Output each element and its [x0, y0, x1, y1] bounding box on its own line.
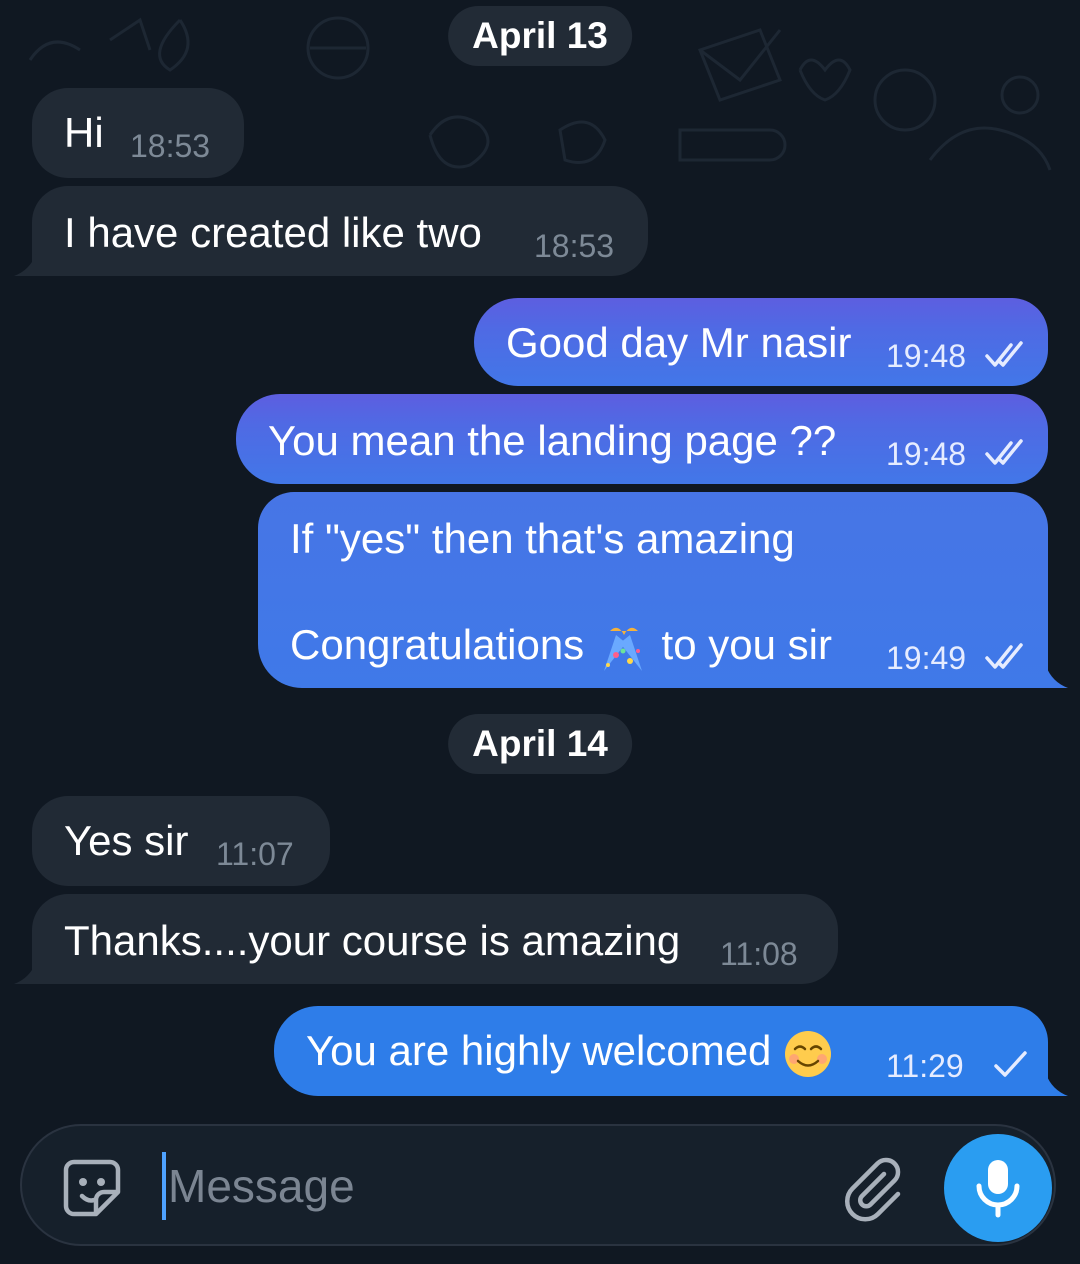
message-text: Good day Mr nasir: [506, 319, 852, 366]
message-composer: Message: [20, 1124, 1056, 1246]
message-incoming[interactable]: Yes sir 11:07: [32, 796, 330, 886]
message-incoming[interactable]: Thanks....your course is amazing 11:08: [32, 894, 838, 984]
message-time: 19:49: [886, 640, 967, 676]
message-time: 18:53: [130, 128, 211, 164]
message-text: You are highly welcomed: [306, 1026, 833, 1079]
message-text: I have created like two: [64, 209, 482, 256]
message-time: 19:48: [886, 338, 967, 374]
message-text: Thanks....your course is amazing: [64, 917, 681, 964]
message-time: 11:29: [886, 1048, 964, 1084]
double-check-icon: [985, 643, 1023, 669]
microphone-icon: [976, 1160, 1020, 1218]
message-text-line2: Congratulations to you sir: [290, 620, 832, 675]
message-text-line1: If "yes" then that's amazing: [290, 515, 795, 562]
message-time: 18:53: [534, 228, 615, 264]
double-check-icon: [985, 439, 1023, 465]
paperclip-icon[interactable]: [840, 1152, 910, 1222]
message-outgoing[interactable]: You mean the landing page ?? 19:48: [236, 394, 1048, 484]
date-separator: April 13: [448, 6, 632, 66]
message-text: You mean the landing page ??: [268, 417, 837, 464]
message-time: 11:07: [216, 836, 294, 872]
voice-record-button[interactable]: [944, 1134, 1052, 1242]
smiling-face-icon: [785, 1030, 832, 1077]
party-popper-icon: [603, 627, 642, 671]
bubble-tail: [14, 962, 36, 984]
message-outgoing[interactable]: You are highly welcomed 11:29: [274, 1006, 1048, 1096]
message-outgoing[interactable]: If "yes" then that's amazing Congratulat…: [258, 492, 1048, 688]
message-text: Hi: [64, 109, 104, 156]
message-incoming[interactable]: I have created like two 18:53: [32, 186, 648, 276]
message-time: 19:48: [886, 436, 967, 472]
message-outgoing[interactable]: Good day Mr nasir 19:48: [474, 298, 1048, 386]
date-separator: April 14: [448, 714, 632, 774]
message-input[interactable]: Message: [168, 1158, 355, 1214]
bubble-tail: [14, 254, 36, 276]
sticker-icon[interactable]: [60, 1156, 124, 1220]
message-time: 11:08: [720, 936, 798, 972]
text-cursor: [162, 1152, 166, 1220]
double-check-icon: [985, 341, 1023, 367]
message-incoming[interactable]: Hi 18:53: [32, 88, 244, 178]
bubble-tail: [1046, 666, 1068, 688]
message-text: Yes sir: [64, 817, 189, 864]
single-check-icon: [994, 1051, 1027, 1077]
bubble-tail: [1046, 1074, 1068, 1096]
